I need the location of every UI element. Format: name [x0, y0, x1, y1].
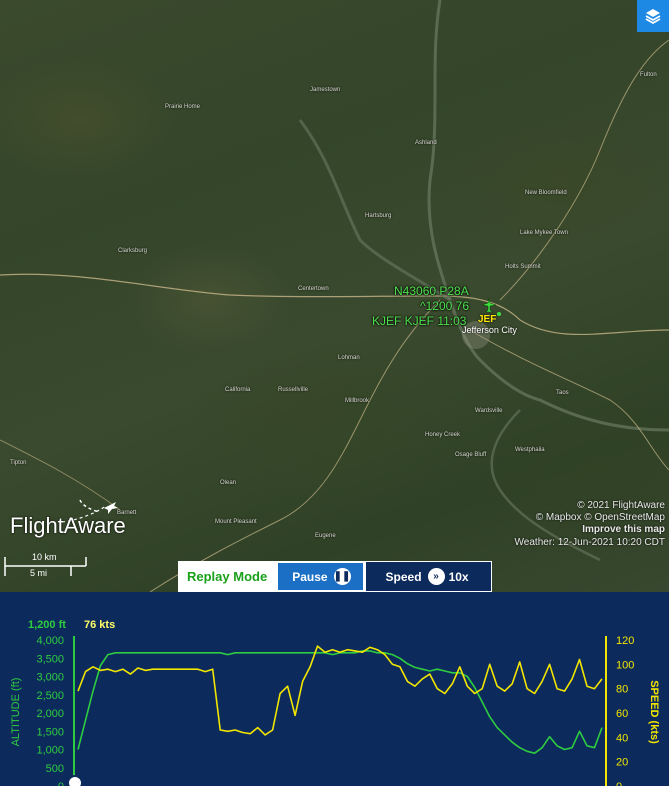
map-town-label: California: [225, 387, 251, 393]
y-tick-label: 2,500: [36, 690, 64, 702]
replay-controls: Replay Mode Pause ❚❚ Speed » 10x: [178, 561, 492, 592]
current-altitude-readout: 1,200 ft: [28, 619, 66, 631]
y2-tick-label: 80: [616, 684, 628, 696]
aircraft-alt-speed-label: ^1200 76: [420, 299, 470, 313]
layers-icon: [645, 9, 661, 25]
map-town-label: Taos: [556, 390, 569, 396]
pause-button[interactable]: Pause ❚❚: [276, 561, 365, 592]
map-town-label: Eugene: [315, 533, 336, 539]
map-town-label: Prairie Home: [165, 104, 201, 110]
map-town-label: Russellville: [278, 387, 309, 393]
map-town-label: Osage Bluff: [455, 452, 487, 458]
y-tick-label: 0: [58, 781, 64, 786]
chart-canvas: 1,200 ft 76 kts ALTITUDE (ft) SPEED (kts) 4,…: [10, 619, 660, 786]
copyright-flightaware: © 2021 FlightAware: [577, 500, 665, 511]
flightaware-logo: FlightAware: [10, 513, 126, 538]
y2-tick-label: 60: [616, 708, 628, 720]
map-town-label: Honey Creek: [425, 432, 461, 438]
copyright-mapbox-link[interactable]: © Mapbox © OpenStreetMap: [536, 512, 665, 524]
altitude-speed-chart[interactable]: 1,200 ft 76 kts ALTITUDE (ft) SPEED (kts) 4,…: [0, 592, 669, 786]
map-scale: 10 km 5 mi: [4, 552, 88, 580]
y-axis-label: ALTITUDE (ft): [10, 678, 22, 747]
speed-button-label: Speed: [385, 569, 422, 584]
airport-code-label: JEF: [478, 314, 497, 325]
fast-forward-icon: »: [427, 568, 445, 585]
y2-tick-label: 40: [616, 732, 628, 744]
map-town-label: Olean: [220, 480, 237, 486]
map-town-label: Fulton: [640, 72, 657, 78]
replay-mode-label: Replay Mode: [178, 561, 277, 592]
y2-tick-label: 120: [616, 635, 634, 647]
y2-tick-label: 0: [616, 781, 622, 786]
scale-km-label: 10 km: [32, 552, 57, 562]
map-view[interactable]: Westphalia Jefferson City Holts Summit N…: [0, 0, 669, 592]
timeline-scrubber-handle[interactable]: [67, 775, 83, 786]
y2-tick-label: 20: [616, 757, 628, 769]
map-credits: © 2021 FlightAware © Mapbox © OpenStreet…: [536, 500, 665, 536]
current-speed-readout: 76 kts: [84, 619, 115, 631]
aircraft-route-label: KJEF KJEF 11:03: [372, 314, 467, 328]
map-town-label: Tipton: [10, 460, 27, 466]
aircraft-ident-label: N43060 P28A: [394, 284, 469, 298]
scale-mi-label: 5 mi: [30, 568, 48, 578]
y-tick-label: 1,500: [36, 726, 64, 738]
map-town-label: New Bloomfield: [525, 190, 567, 196]
map-town-label: Wardsville: [475, 408, 503, 414]
map-town-label: Jamestown: [310, 87, 341, 93]
improve-map-link[interactable]: Improve this map: [536, 524, 665, 536]
y-tick-label: 500: [46, 763, 64, 775]
map-town-label: Ashland: [415, 140, 437, 146]
pause-button-label: Pause: [292, 569, 328, 584]
airport-marker: [497, 312, 501, 316]
map-town-label: Jefferson City: [462, 325, 517, 335]
map-town-label: Holts Summit: [505, 264, 541, 270]
map-town-label: Mount Pleasant: [215, 519, 257, 525]
y-tick-label: 4,000: [36, 635, 64, 647]
y2-tick-label: 100: [616, 659, 634, 671]
y-tick-label: 1,000: [36, 745, 64, 757]
weather-timestamp: Weather: 12-Jun-2021 10:20 CDT: [514, 537, 665, 548]
map-town-label: Lake Mykee Town: [520, 230, 568, 236]
speed-value: 10x: [448, 569, 469, 584]
map-town-label: Westphalia: [515, 447, 545, 453]
map-town-label: Centertown: [298, 286, 329, 292]
y-tick-label: 3,000: [36, 672, 64, 684]
map-town-label: Millbrook: [345, 398, 370, 404]
y2-axis-label: SPEED (kts): [648, 680, 660, 744]
y-tick-label: 2,000: [36, 708, 64, 720]
altitude-series-line: [77, 650, 603, 754]
airplane-icon[interactable]: [481, 297, 497, 313]
speed-button[interactable]: Speed » 10x: [364, 561, 492, 592]
map-town-label: Lohman: [338, 355, 360, 361]
map-town-label: Hartsburg: [365, 213, 392, 219]
pause-icon: ❚❚: [333, 568, 351, 585]
y-tick-label: 3,500: [36, 653, 64, 665]
layers-button[interactable]: [637, 0, 669, 32]
map-town-label: Clarksburg: [118, 248, 148, 254]
speed-series-line: [77, 645, 603, 736]
